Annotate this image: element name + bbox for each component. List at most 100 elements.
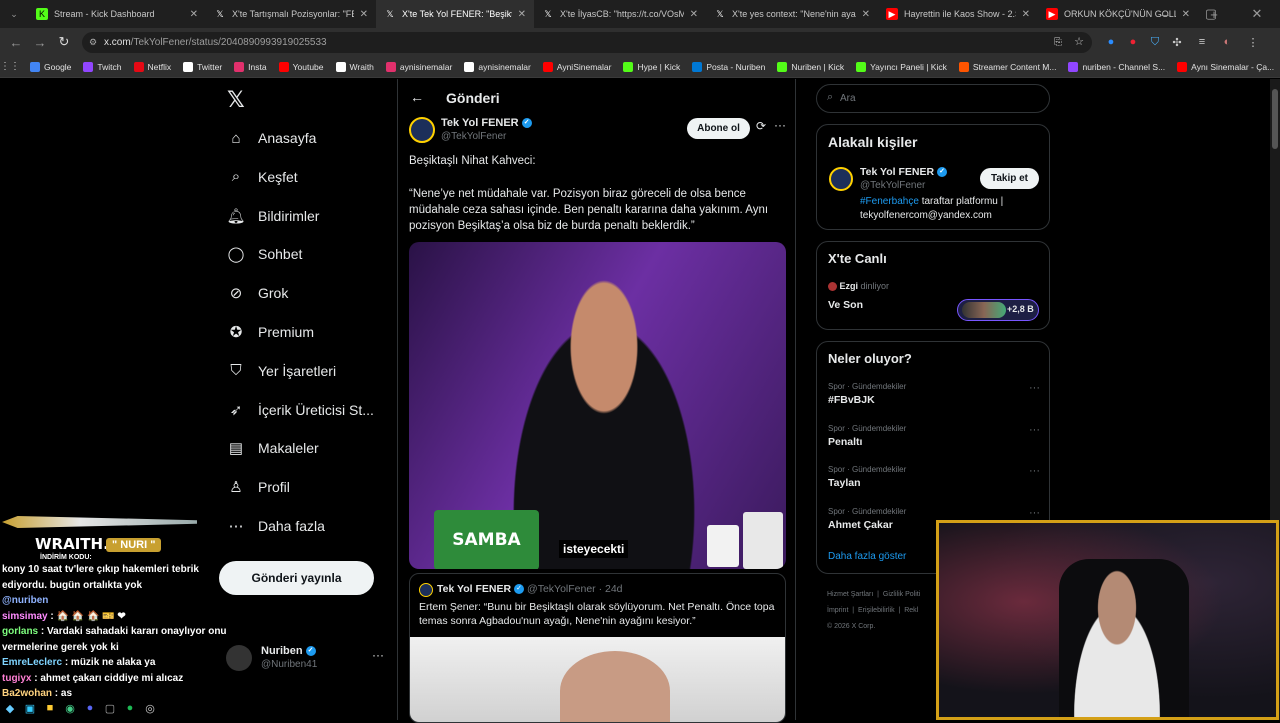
x-logo-icon[interactable]: 𝕏 xyxy=(227,88,245,113)
extension-blue-icon[interactable]: ● xyxy=(1100,36,1122,48)
post-more-icon[interactable]: ··· xyxy=(774,118,786,132)
subscribe-button[interactable]: Abone ol xyxy=(687,118,750,139)
taskbar-app-icon[interactable]: ◎ xyxy=(140,702,160,715)
bookmark-item[interactable]: Streamer Content M... xyxy=(958,61,1056,72)
nav-item-bookmark[interactable]: ⛉ Yer İşaretleri xyxy=(226,361,336,381)
footer-ads[interactable]: Rekl xyxy=(904,607,918,614)
back-icon[interactable]: ← xyxy=(4,35,28,50)
chat-username[interactable]: EmreLeclerc xyxy=(2,657,62,668)
install-app-icon[interactable]: ⎘ xyxy=(1054,32,1062,53)
bookmark-item[interactable]: aynisinemalar xyxy=(385,61,452,72)
tab-6[interactable]: ▶ Hayrettin ile Kaos Show - 2.Sez ✕ xyxy=(878,0,1038,28)
discord-icon[interactable]: ● xyxy=(80,702,100,714)
nav-item-more[interactable]: ⋯ Daha fazla xyxy=(226,516,325,536)
footer-privacy[interactable]: Gizlilik Politi xyxy=(883,591,920,598)
bookmark-item[interactable]: nuriben - Channel S... xyxy=(1068,61,1165,72)
back-arrow-icon[interactable]: ← xyxy=(410,89,424,105)
trend-item[interactable]: Spor · Gündemdekiler #FBvBJK ··· xyxy=(828,382,1040,416)
tab-1[interactable]: K Stream - Kick Dashboard ✕ xyxy=(28,0,206,28)
post-avatar[interactable] xyxy=(409,117,435,143)
nav-item-rocket[interactable]: ➶ İçerik Üreticisi St... xyxy=(226,400,374,420)
close-tab-icon[interactable]: ✕ xyxy=(690,9,698,20)
profile-avatar-icon[interactable]: ◐ xyxy=(1216,36,1238,48)
chat-username[interactable]: gorlans xyxy=(2,626,38,637)
bookmark-item[interactable]: Wraith xyxy=(335,61,374,72)
post-handle[interactable]: @TekYolFener xyxy=(441,131,506,142)
nav-item-home[interactable]: ⌂ Anasayfa xyxy=(226,128,316,148)
nav-item-search[interactable]: ⌕ Keşfet xyxy=(226,167,298,187)
maximize-icon[interactable]: ▢ xyxy=(1188,6,1234,22)
browser-menu-icon[interactable]: ⋮ xyxy=(1238,36,1268,49)
post-video[interactable]: SAMBA isteyecekti xyxy=(409,242,786,569)
nav-item-chat[interactable]: ◯ Sohbet xyxy=(226,244,303,264)
extensions-puzzle-icon[interactable]: ✣ xyxy=(1166,36,1188,49)
nav-item-user[interactable]: ♙ Profil xyxy=(226,477,290,497)
close-tab-icon[interactable]: ✕ xyxy=(1022,9,1030,20)
close-tab-icon[interactable]: ✕ xyxy=(518,9,526,20)
footer-imprint[interactable]: İmprint xyxy=(827,607,848,614)
trend-more-icon[interactable]: ··· xyxy=(1029,465,1040,477)
live-space-title[interactable]: Ve Son xyxy=(828,299,863,311)
tab-search-icon[interactable]: ⌄ xyxy=(0,9,28,20)
nav-item-article[interactable]: ▤ Makaleler xyxy=(226,438,319,458)
footer-accessibility[interactable]: Erişilebilirlik xyxy=(858,607,895,614)
chat-username[interactable]: simsimay xyxy=(2,611,48,622)
grok-icon[interactable]: ⟳ xyxy=(756,119,766,133)
close-tab-icon[interactable]: ✕ xyxy=(862,9,870,20)
bookmark-star-icon[interactable]: ☆ xyxy=(1074,32,1084,53)
nav-item-premium[interactable]: ✪ Premium xyxy=(226,322,314,342)
trend-item[interactable]: Spor · Gündemdekiler Taylan ··· xyxy=(828,465,1040,499)
bookmark-item[interactable]: Insta xyxy=(234,61,267,72)
quoted-post[interactable]: Tek Yol FENER ✓ @TekYolFener · 24d Ertem … xyxy=(409,573,786,723)
extension-shield-icon[interactable]: ⛉ xyxy=(1144,36,1166,49)
chrome-icon[interactable]: ◉ xyxy=(60,702,80,715)
chat-username[interactable]: kony xyxy=(2,564,25,575)
bookmark-item[interactable]: Yayıncı Paneli | Kick xyxy=(856,61,947,72)
follow-button[interactable]: Takip et xyxy=(980,168,1039,189)
bookmark-item[interactable]: Google xyxy=(30,61,71,72)
close-tab-icon[interactable]: ✕ xyxy=(190,9,198,20)
bookmark-item[interactable]: aynisinemalar xyxy=(464,61,531,72)
post-button[interactable]: Gönderi yayınla xyxy=(219,561,374,595)
forward-icon[interactable]: → xyxy=(28,35,52,50)
tab-4[interactable]: 𝕏 X'te İlyasCB: "https://t.co/VOsM ✕ xyxy=(534,0,706,28)
related-name[interactable]: Tek Yol FENER xyxy=(860,166,934,178)
related-avatar[interactable] xyxy=(829,167,853,191)
taskbar-app-icon[interactable]: ▢ xyxy=(100,702,120,715)
taskbar-app-icon[interactable]: ■ xyxy=(40,702,60,714)
hashtag-link[interactable]: #Fenerbahçe xyxy=(860,196,919,207)
tab-3[interactable]: 𝕏 X'te Tek Yol FENER: "Beşikta ✕ xyxy=(376,0,534,28)
tab-2[interactable]: 𝕏 X'te Tartışmalı Pozisyonlar: "FB ✕ xyxy=(206,0,376,28)
account-switcher[interactable]: Nuriben ✓ @Nuriben41 ··· xyxy=(226,642,386,676)
chat-username[interactable]: tugiyx xyxy=(2,673,31,684)
bookmark-item[interactable]: AyniSinemalar xyxy=(542,61,611,72)
tab-5[interactable]: 𝕏 X'te yes context: "Nene'nin aya ✕ xyxy=(706,0,878,28)
extension-red-icon[interactable]: ● xyxy=(1122,36,1144,48)
trend-item[interactable]: Spor · Gündemdekiler Penaltı ··· xyxy=(828,424,1040,458)
taskbar-app-icon[interactable]: ▣ xyxy=(20,702,40,715)
footer-terms[interactable]: Hizmet Şartları xyxy=(827,591,873,598)
taskbar-app-icon[interactable]: ◆ xyxy=(0,702,20,715)
trend-more-icon[interactable]: ··· xyxy=(1029,382,1040,394)
quoted-media[interactable] xyxy=(410,637,785,722)
reload-icon[interactable]: ↻ xyxy=(52,34,76,50)
url-input[interactable]: ⚙ x.com/TekYolFener/status/2040890993919… xyxy=(82,32,1092,53)
post-author[interactable]: Tek Yol FENER xyxy=(441,117,519,129)
minimize-icon[interactable]: – xyxy=(1142,7,1188,22)
apps-grid-icon[interactable]: ⋮⋮ xyxy=(0,61,20,72)
media-controls-icon[interactable]: ≡ xyxy=(1188,36,1216,48)
trend-more-icon[interactable]: ··· xyxy=(1029,424,1040,436)
close-tab-icon[interactable]: ✕ xyxy=(360,9,368,20)
bookmark-item[interactable]: Twitter xyxy=(183,61,222,72)
close-window-icon[interactable]: ✕ xyxy=(1234,6,1280,22)
bookmark-item[interactable]: Netflix xyxy=(133,61,171,72)
bookmark-item[interactable]: Posta - Nuriben xyxy=(692,61,765,72)
search-box[interactable]: ⌕ Ara xyxy=(816,84,1050,113)
bookmark-item[interactable]: Nuriben | Kick xyxy=(777,61,844,72)
trend-more-icon[interactable]: ··· xyxy=(1029,507,1040,519)
bookmark-item[interactable]: Youtube xyxy=(278,61,324,72)
live-join-pill[interactable]: +2,8 B xyxy=(957,299,1039,321)
site-info-icon[interactable]: ⚙ xyxy=(89,32,97,53)
spotify-icon[interactable]: ● xyxy=(120,702,140,714)
bookmark-item[interactable]: Twitch xyxy=(83,61,122,72)
